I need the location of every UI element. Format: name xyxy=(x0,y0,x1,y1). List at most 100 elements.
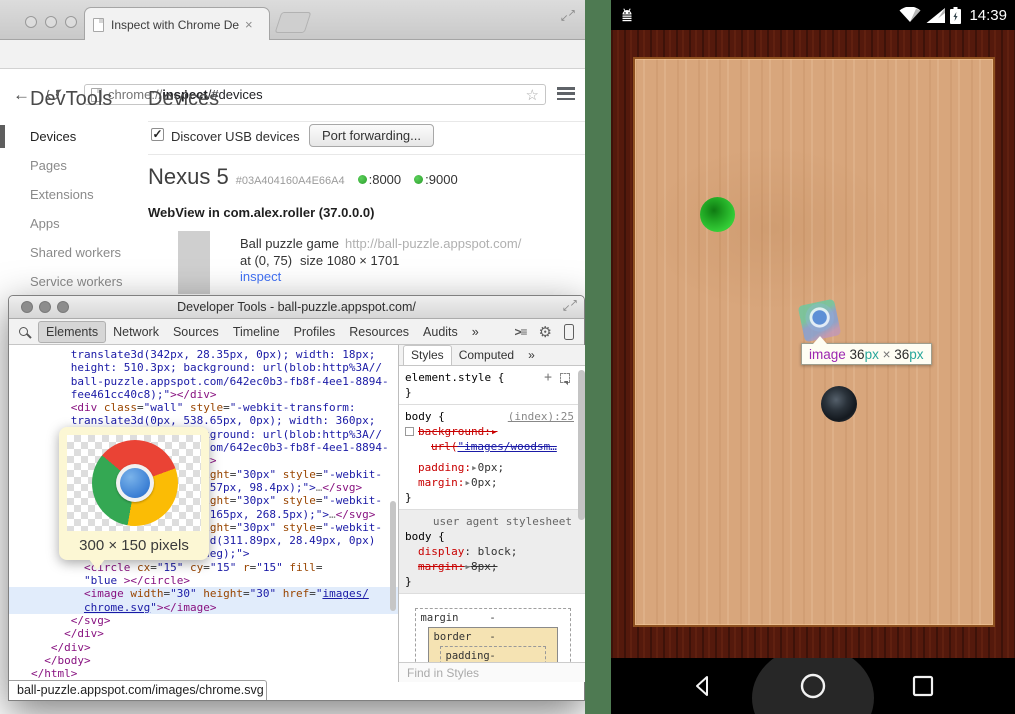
devtools-tab-network[interactable]: Network xyxy=(106,322,166,342)
dom-node-line[interactable]: </div> xyxy=(9,641,398,654)
usb-debugging-droid-icon xyxy=(619,7,635,24)
inspect-link[interactable]: inspect xyxy=(240,269,281,284)
devtools-tab-more[interactable]: » xyxy=(465,322,486,342)
back-button[interactable] xyxy=(673,658,733,714)
clock-text: 14:39 xyxy=(969,7,1007,24)
devtools-tab-resources[interactable]: Resources xyxy=(342,322,416,342)
code-scrollbar-thumb[interactable] xyxy=(390,501,396,611)
sidebar-item-extensions[interactable]: Extensions xyxy=(30,180,140,209)
webview-title: WebView in com.alex.roller (37.0.0.0) xyxy=(148,205,374,220)
property-checkbox[interactable] xyxy=(405,427,414,436)
dom-node-line[interactable]: <div class="wall" style="-webkit-transfo… xyxy=(9,401,398,414)
selected-dom-node-line[interactable]: <image width="30" height="30" href="imag… xyxy=(9,587,398,600)
find-styles-input[interactable] xyxy=(399,663,586,682)
dark-ball[interactable] xyxy=(821,386,857,422)
console-drawer-icon[interactable]: >≡ xyxy=(515,325,527,339)
dom-node-line[interactable]: "blue ></circle> xyxy=(9,574,398,587)
styles-tab-more[interactable]: » xyxy=(521,346,542,365)
devtools-tab-sources[interactable]: Sources xyxy=(166,322,226,342)
device-mode-icon[interactable] xyxy=(564,324,574,340)
android-screen: 14:39 image 36px × 36px xyxy=(611,0,1015,714)
bookmark-star-icon[interactable]: ☆ xyxy=(526,86,539,104)
page-title: Devices xyxy=(148,88,219,111)
close-window-button[interactable] xyxy=(25,16,37,28)
devtools-tab-elements[interactable]: Elements xyxy=(38,321,106,343)
inspected-page-url: http://ball-puzzle.appspot.com/ xyxy=(345,236,521,251)
element-style-rule: element.style { + } xyxy=(399,366,586,405)
dom-node-line[interactable]: fee461cc40c8);"></div> xyxy=(9,388,398,401)
new-style-rule-icon[interactable]: + xyxy=(544,370,552,385)
transparency-checkerboard xyxy=(67,435,201,531)
green-status-dot-icon xyxy=(414,175,423,184)
stylesheet-source-link[interactable]: (index):25 xyxy=(508,409,574,424)
dom-node-line[interactable]: <circle cx="15" cy="15" r="15" fill= xyxy=(9,561,398,574)
devtools-tab-audits[interactable]: Audits xyxy=(416,322,465,342)
minimize-window-button[interactable] xyxy=(45,16,57,28)
resource-link[interactable]: images/ xyxy=(322,587,368,600)
home-button[interactable] xyxy=(783,658,843,714)
tab-close-icon[interactable]: × xyxy=(245,17,253,32)
dom-node-line[interactable]: </html> xyxy=(9,667,398,680)
recents-button[interactable] xyxy=(893,658,953,714)
dom-node-line[interactable]: </body> xyxy=(9,654,398,667)
image-url-link[interactable]: "images/woodsm… xyxy=(458,440,557,453)
port-forwarding-button[interactable]: Port forwarding... xyxy=(309,124,434,147)
devtools-toolbar: ElementsNetworkSourcesTimelineProfilesRe… xyxy=(9,319,584,345)
recents-square-icon xyxy=(911,674,935,698)
dom-node-line[interactable]: translate3d(0px, 538.65px, 0px); width: … xyxy=(9,414,398,427)
dom-node-line[interactable]: </svg> xyxy=(9,614,398,627)
game-board[interactable]: image 36px × 36px xyxy=(633,57,995,627)
close-window-button[interactable] xyxy=(21,301,33,313)
styles-scrollbar-thumb[interactable] xyxy=(578,370,585,520)
dom-node-line[interactable]: height: 510.3px; background: url(blob:ht… xyxy=(9,361,398,374)
resource-link[interactable]: chrome.svg xyxy=(84,601,150,614)
browser-menu-icon[interactable] xyxy=(557,87,575,101)
fullscreen-expand-icon[interactable]: ↗↙ xyxy=(562,298,578,314)
inspected-page-row: Ball puzzle game http://ball-puzzle.appsp… xyxy=(240,236,521,251)
zoom-window-button[interactable] xyxy=(57,301,69,313)
sidebar-item-service-workers[interactable]: Service workers xyxy=(30,267,140,296)
new-tab-button[interactable] xyxy=(275,12,312,33)
green-status-dot-icon xyxy=(358,175,367,184)
dom-node-line[interactable]: </div> xyxy=(9,627,398,640)
devtools-toolbar-icons: >≡ ⚙ xyxy=(515,323,574,341)
devtools-titlebar[interactable]: Developer Tools - ball-puzzle.appspot.co… xyxy=(9,296,584,319)
discover-usb-label: Discover USB devices xyxy=(171,129,300,144)
discover-usb-checkbox[interactable]: ✓ xyxy=(151,128,164,141)
sidebar-item-apps[interactable]: Apps xyxy=(30,209,140,238)
element-dimensions-tooltip: image 36px × 36px xyxy=(801,343,932,365)
fullscreen-expand-icon[interactable]: ↗↙ xyxy=(560,8,576,24)
green-ball[interactable] xyxy=(700,197,735,232)
styles-tab-styles[interactable]: Styles xyxy=(403,345,452,365)
zoom-window-button[interactable] xyxy=(65,16,77,28)
page-thumbnail xyxy=(178,231,210,294)
back-button[interactable]: ← xyxy=(13,85,30,105)
battery-charging-icon xyxy=(950,7,961,24)
devtools-tab-profiles[interactable]: Profiles xyxy=(287,322,343,342)
gear-icon[interactable]: ⚙ xyxy=(539,323,552,341)
dom-node-line[interactable]: ball-puzzle.appspot.com/642ec0b3-fb8f-4e… xyxy=(9,375,398,388)
device-header: Nexus 5 #03A404160A4E66A4 :8000:9000 xyxy=(148,164,458,190)
image-size-label: 300 × 150 pixels xyxy=(67,537,201,554)
status-url-chip: ball-puzzle.appspot.com/images/chrome.sv… xyxy=(9,680,267,700)
device-serial: #03A404160A4E66A4 xyxy=(236,175,345,187)
sidebar-item-shared-workers[interactable]: Shared workers xyxy=(30,238,140,267)
dom-node-line[interactable]: translate3d(342px, 28.35px, 0px); width:… xyxy=(9,348,398,361)
inspected-page-title: Ball puzzle game xyxy=(240,236,339,251)
sidebar-item-pages[interactable]: Pages xyxy=(30,151,140,180)
styles-pane-tabs: StylesComputed» xyxy=(399,345,586,366)
minimize-window-button[interactable] xyxy=(39,301,51,313)
search-icon[interactable] xyxy=(19,327,28,336)
inspect-element-icon[interactable] xyxy=(560,373,570,383)
devtools-tab-timeline[interactable]: Timeline xyxy=(226,322,287,342)
styles-tab-computed[interactable]: Computed xyxy=(452,346,521,365)
sidebar-item-devices[interactable]: Devices xyxy=(30,122,140,151)
styles-pane: StylesComputed» element.style { + } (ind… xyxy=(399,345,586,682)
selected-dom-node-line[interactable]: chrome.svg"></image> xyxy=(9,601,398,614)
body-style-rule: (index):25body { background:▸ url("image… xyxy=(399,405,586,510)
android-desktop-area: 14:39 image 36px × 36px xyxy=(585,0,1015,714)
page-icon xyxy=(93,18,104,32)
browser-tab[interactable]: Inspect with Chrome Devel × xyxy=(84,7,270,41)
home-circle-icon xyxy=(799,672,827,700)
device-name: Nexus 5 xyxy=(148,164,229,190)
